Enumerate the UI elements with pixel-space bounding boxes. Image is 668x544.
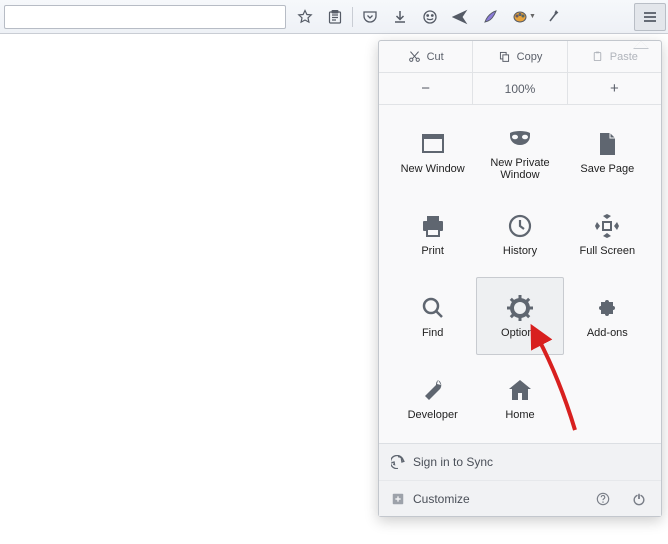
paste-button[interactable]: Paste [568,41,661,72]
developer-button[interactable]: Developer [389,359,476,437]
printer-icon [418,211,448,241]
sync-icon [391,455,405,469]
home-label: Home [505,409,534,421]
dropdown-caret-icon[interactable]: ▼ [529,13,539,20]
sync-label: Sign in to Sync [413,455,493,469]
customize-row: Customize [379,480,661,516]
copy-icon [498,50,511,63]
developer-label: Developer [408,409,458,421]
zoom-row: − 100% + [379,73,661,105]
copy-label: Copy [517,51,543,63]
wrench-icon [418,375,448,405]
help-icon [596,492,610,506]
history-label: History [503,245,537,257]
footer-right-icons [593,492,649,506]
options-button[interactable]: Options [476,277,563,355]
gear-icon [505,293,535,323]
find-label: Find [422,327,443,339]
print-label: Print [421,245,444,257]
edit-row: Cut Copy Paste [379,41,661,73]
menu-grid: New Window New Private Window Save Page … [379,105,661,443]
zoom-out-button[interactable]: − [379,73,473,104]
downloads-icon[interactable] [385,3,415,31]
bookmark-star-icon[interactable] [290,3,320,31]
zoom-value: 100% [473,73,567,104]
new-private-window-button[interactable]: New Private Window [476,113,563,191]
customize-label: Customize [413,492,470,506]
smiley-icon[interactable] [415,3,445,31]
zoom-in-button[interactable]: + [568,73,661,104]
home-button[interactable]: Home [476,359,563,437]
puzzle-icon [592,293,622,323]
help-button[interactable] [593,492,613,506]
page-icon [592,129,622,159]
paste-icon [591,50,604,63]
print-button[interactable]: Print [389,195,476,273]
home-icon [505,375,535,405]
find-button[interactable]: Find [389,277,476,355]
reading-list-icon[interactable] [320,3,350,31]
main-toolbar: ▼ [0,0,668,34]
pocket-icon[interactable] [355,3,385,31]
power-icon [632,492,646,506]
plus-icon: + [610,80,619,97]
window-icon [418,129,448,159]
plus-square-icon [391,492,405,506]
new-window-label: New Window [401,163,465,175]
options-label: Options [501,327,539,339]
mask-icon [505,123,535,153]
minus-icon: − [421,80,430,97]
fullscreen-icon [592,211,622,241]
full-screen-button[interactable]: Full Screen [564,195,651,273]
address-bar[interactable] [4,5,286,29]
hamburger-menu-button[interactable] [634,3,666,31]
clock-icon [505,211,535,241]
save-page-label: Save Page [580,163,634,175]
paste-label: Paste [610,51,638,63]
addons-button[interactable]: Add-ons [564,277,651,355]
search-icon [418,293,448,323]
cut-button[interactable]: Cut [379,41,473,72]
send-icon[interactable] [445,3,475,31]
wand-icon[interactable] [539,3,569,31]
toolbar-icons: ▼ [290,3,569,31]
new-window-button[interactable]: New Window [389,113,476,191]
quit-button[interactable] [629,492,649,506]
copy-button[interactable]: Copy [473,41,567,72]
addons-label: Add-ons [587,327,628,339]
sign-in-sync-button[interactable]: Sign in to Sync [379,444,661,480]
full-screen-label: Full Screen [580,245,636,257]
history-button[interactable]: History [476,195,563,273]
new-private-window-label: New Private Window [477,157,562,181]
panel-footer: Sign in to Sync Customize [379,443,661,516]
cut-label: Cut [427,51,444,63]
menu-panel: Cut Copy Paste − 100% + New Window New P… [378,40,662,517]
feather-icon[interactable] [475,3,505,31]
scissors-icon [408,50,421,63]
customize-button[interactable]: Customize [391,492,470,506]
save-page-button[interactable]: Save Page [564,113,651,191]
